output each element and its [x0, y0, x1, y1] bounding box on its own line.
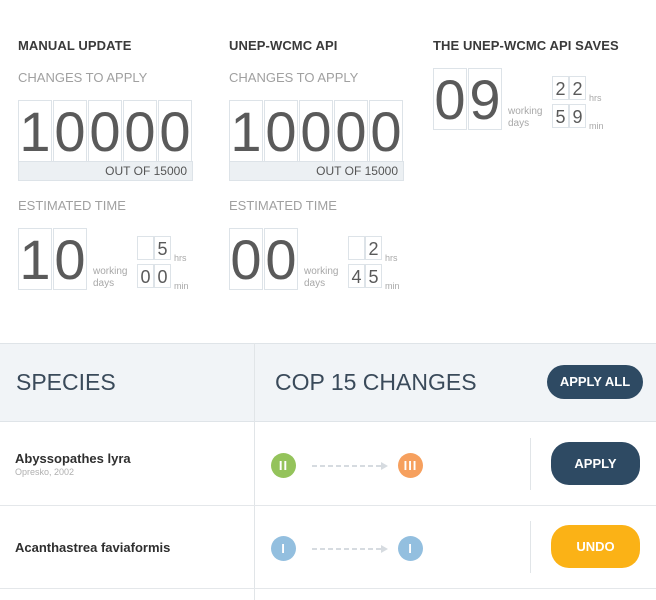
manual-changes-digit: 1: [18, 100, 52, 163]
api-changes-label: CHANGES TO APPLY: [229, 70, 359, 85]
manual-changes-digit: 0: [158, 100, 192, 163]
manual-days-unit: working days: [93, 266, 128, 289]
api-min-digit: 5: [365, 264, 382, 288]
manual-changes-digit: 0: [88, 100, 122, 163]
action-divider: [530, 521, 531, 573]
saves-days-digit: 9: [468, 68, 502, 131]
saves-hrs-digit: 2: [569, 76, 586, 100]
manual-time-label: ESTIMATED TIME: [18, 198, 126, 213]
action-divider: [530, 438, 531, 490]
api-hrs-digit: [348, 236, 365, 260]
api-changes-digit: 1: [229, 100, 263, 163]
row-divider: [0, 505, 656, 506]
saves-days-digit: 0: [433, 68, 467, 131]
changes-header: COP 15 CHANGES: [275, 369, 477, 395]
undo-button[interactable]: UNDO: [551, 525, 640, 568]
manual-changes-label: CHANGES TO APPLY: [18, 70, 148, 85]
manual-out-of: OUT OF 15000: [18, 161, 193, 181]
api-min-unit: min: [385, 281, 400, 291]
dashed-arrow-icon: [312, 462, 388, 470]
species-name[interactable]: Abyssopathes lyra: [15, 451, 131, 466]
api-time-label: ESTIMATED TIME: [229, 198, 337, 213]
manual-min-digit: 0: [137, 264, 154, 288]
appendix-from-badge: I: [271, 536, 296, 561]
saves-days-unit: working days: [508, 106, 543, 129]
manual-min-digit: 0: [154, 264, 171, 288]
appendix-to-badge: I: [398, 536, 423, 561]
apply-all-button[interactable]: APPLY ALL: [547, 365, 643, 399]
api-out-of: OUT OF 15000: [229, 161, 404, 181]
manual-update-title: MANUAL UPDATE: [18, 38, 132, 53]
api-changes-digit: 0: [299, 100, 333, 163]
api-changes-digit: 0: [369, 100, 403, 163]
manual-days-digit: 1: [18, 228, 52, 291]
apply-button[interactable]: APPLY: [551, 442, 640, 485]
species-author: Opresko, 2002: [15, 467, 75, 477]
api-changes-digit: 0: [334, 100, 368, 163]
dashed-arrow-icon: [312, 545, 388, 553]
row-divider: [0, 588, 656, 589]
manual-hrs-digit: [137, 236, 154, 260]
manual-hrs-unit: hrs: [174, 253, 187, 263]
saves-hrs-digit: 2: [552, 76, 569, 100]
saves-min-digit: 9: [569, 104, 586, 128]
api-hrs-digit: 2: [365, 236, 382, 260]
manual-changes-digit: 0: [123, 100, 157, 163]
saves-hrs-unit: hrs: [589, 93, 602, 103]
api-days-digit: 0: [264, 228, 298, 291]
api-days-digit: 0: [229, 228, 263, 291]
api-changes-digit: 0: [264, 100, 298, 163]
manual-hrs-digit: 5: [154, 236, 171, 260]
appendix-from-badge: II: [271, 453, 296, 478]
column-divider: [254, 343, 255, 600]
manual-days-digit: 0: [53, 228, 87, 291]
manual-changes-digit: 0: [53, 100, 87, 163]
saves-title: THE UNEP-WCMC API SAVES: [433, 38, 619, 53]
api-hrs-unit: hrs: [385, 253, 398, 263]
manual-min-unit: min: [174, 281, 189, 291]
species-name[interactable]: Acanthastrea faviaformis: [15, 540, 170, 555]
api-min-digit: 4: [348, 264, 365, 288]
saves-min-digit: 5: [552, 104, 569, 128]
api-days-unit: working days: [304, 266, 339, 289]
api-title: UNEP-WCMC API: [229, 38, 338, 53]
species-header: SPECIES: [16, 369, 116, 395]
saves-min-unit: min: [589, 121, 604, 131]
appendix-to-badge: III: [398, 453, 423, 478]
